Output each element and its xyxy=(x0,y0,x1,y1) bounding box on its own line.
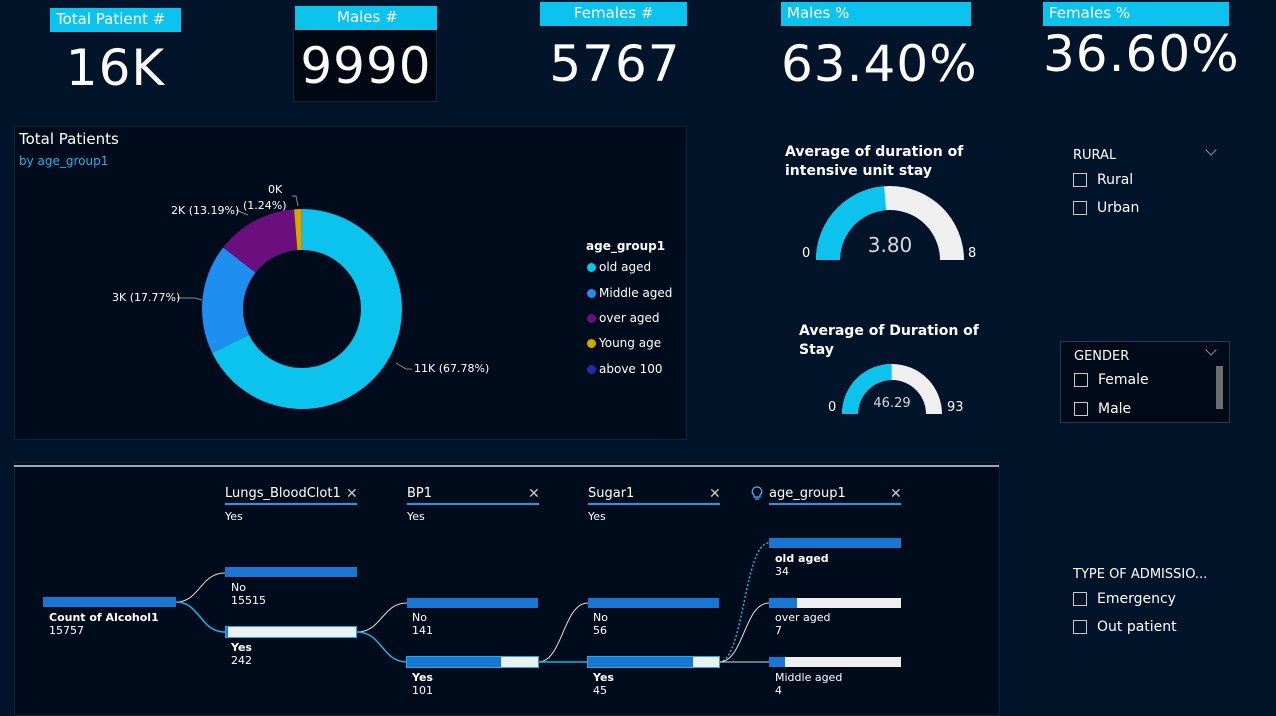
bp-no-label: No xyxy=(412,611,427,624)
bp-yes-label: Yes xyxy=(412,671,433,684)
sugar-no-label: No xyxy=(593,611,608,624)
age-middle-value: 4 xyxy=(775,684,782,697)
age-over-value: 7 xyxy=(775,624,782,637)
lungs-no-value: 15515 xyxy=(231,594,266,607)
slicer-option-out-patient[interactable]: Out patient xyxy=(1097,619,1177,635)
slicer-admission-title: TYPE OF ADMISSIO... xyxy=(1073,567,1208,582)
checkbox-female[interactable] xyxy=(1074,373,1088,387)
checkbox-out-patient[interactable] xyxy=(1073,620,1087,634)
slicer-option-emergency[interactable]: Emergency xyxy=(1097,591,1176,607)
slicer-gender-title: GENDER xyxy=(1074,349,1130,364)
females-pct-label: Females % xyxy=(1043,2,1229,26)
slicer-option-urban[interactable]: Urban xyxy=(1097,200,1139,216)
age-over-label: over aged xyxy=(775,611,831,624)
tree-connectors xyxy=(175,542,770,663)
bp-yes-value: 101 xyxy=(412,684,433,697)
sugar-no-value: 56 xyxy=(593,624,607,637)
sugar-no-bar[interactable] xyxy=(588,598,719,608)
age-middle-bar[interactable] xyxy=(769,657,785,667)
lungs-no-label: No xyxy=(231,581,246,594)
age-middle-bar-bg xyxy=(769,657,901,667)
bp-no-value: 141 xyxy=(412,624,433,637)
bp-yes-bar[interactable] xyxy=(407,657,501,667)
slicer-option-male[interactable]: Male xyxy=(1098,401,1131,417)
sugar-yes-value: 45 xyxy=(593,684,607,697)
root-label: Count of Alcohol1 xyxy=(49,611,159,624)
root-bar[interactable] xyxy=(43,597,176,607)
slicer-option-female[interactable]: Female xyxy=(1098,372,1149,388)
age-old-value: 34 xyxy=(775,565,789,578)
females-pct-value: 36.60% xyxy=(1043,25,1240,83)
sugar-yes-label: Yes xyxy=(593,671,614,684)
lungs-yes-bar-bg xyxy=(226,627,356,637)
lungs-yes-value: 242 xyxy=(231,654,252,667)
lungs-yes-bar[interactable] xyxy=(226,627,228,637)
checkbox-urban[interactable] xyxy=(1073,201,1087,215)
checkbox-rural[interactable] xyxy=(1073,173,1087,187)
checkbox-male[interactable] xyxy=(1074,402,1088,416)
age-old-bar[interactable] xyxy=(769,538,901,548)
lungs-yes-label: Yes xyxy=(231,641,252,654)
age-over-bar[interactable] xyxy=(769,598,797,608)
slicer-scrollbar[interactable] xyxy=(1216,366,1223,409)
slicer-option-rural[interactable]: Rural xyxy=(1097,172,1133,188)
slicer-rural-title: RURAL xyxy=(1073,148,1117,163)
age-middle-label: Middle aged xyxy=(775,671,843,684)
root-value: 15757 xyxy=(49,624,84,637)
age-old-label: old aged xyxy=(775,552,829,565)
bp-no-bar[interactable] xyxy=(407,598,538,608)
chevron-down-icon[interactable] xyxy=(1205,144,1217,156)
checkbox-emergency[interactable] xyxy=(1073,592,1087,606)
lungs-no-bar[interactable] xyxy=(225,567,357,577)
sugar-yes-bar[interactable] xyxy=(588,657,693,667)
